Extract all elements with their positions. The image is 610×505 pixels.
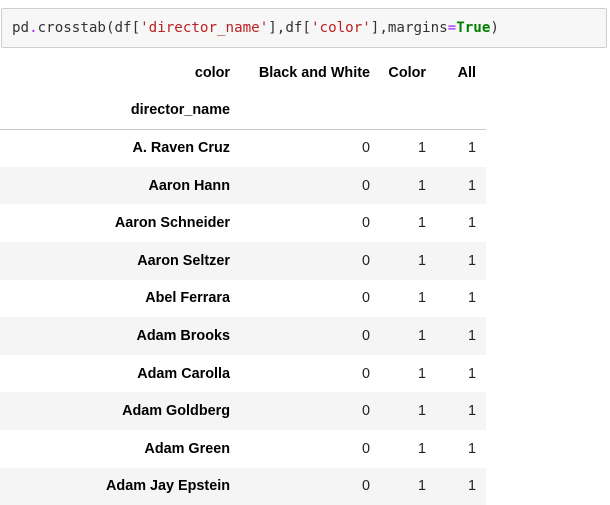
table-cell: 1	[467, 365, 476, 382]
table-cell: 0	[361, 140, 370, 157]
code-token: ],margins	[370, 20, 448, 36]
index-name-row: director_name	[0, 91, 486, 130]
table-cell: 0	[361, 215, 370, 232]
crosstab-output-table: color Black and White Color All director…	[0, 54, 486, 505]
row-index-director: A. Raven Cruz	[132, 140, 230, 157]
table-cell: 1	[417, 365, 426, 382]
table-row: Aaron Hann 0 1 1	[0, 166, 486, 205]
code-token: crosstab(df[	[37, 20, 141, 36]
table-cell: 1	[467, 252, 476, 269]
table-cell: 1	[467, 440, 476, 457]
table-cell: 1	[467, 215, 476, 232]
table-row: Adam Jay Epstein 0 1 1	[0, 467, 486, 505]
table-row: Adam Brooks 0 1 1	[0, 317, 486, 355]
column-header-black-and-white: Black and White	[258, 64, 370, 81]
table-cell: 1	[467, 403, 476, 420]
table-row: Aaron Schneider 0 1 1	[0, 204, 486, 242]
table-cell: 1	[467, 140, 476, 157]
table-row: Adam Green 0 1 1	[0, 430, 486, 468]
row-index-director: Adam Jay Epstein	[106, 478, 230, 495]
table-cell: 1	[417, 478, 426, 495]
code-token: 'director_name'	[140, 20, 269, 36]
code-token: )	[490, 20, 499, 36]
column-header-all: All	[457, 64, 476, 81]
column-header-row: color Black and White Color All	[0, 54, 486, 92]
table-cell: 1	[467, 478, 476, 495]
table-cell: 0	[361, 365, 370, 382]
row-index-director: Aaron Hann	[148, 177, 230, 194]
code-token: ],df[	[268, 20, 311, 36]
code-line: pd.crosstab(df['director_name'],df['colo…	[12, 20, 499, 36]
code-cell-input[interactable]: pd.crosstab(df['director_name'],df['colo…	[1, 8, 607, 48]
code-token: =	[447, 20, 457, 36]
code-token: pd	[12, 20, 30, 36]
table-row: Adam Goldberg 0 1 1	[0, 392, 486, 430]
table-cell: 1	[417, 403, 426, 420]
row-index-director: Adam Green	[144, 440, 230, 457]
table-row: A. Raven Cruz 0 1 1	[0, 129, 486, 167]
table-row: Abel Ferrara 0 1 1	[0, 280, 486, 318]
table-cell: 0	[361, 327, 370, 344]
table-cell: 0	[361, 440, 370, 457]
table-cell: 1	[467, 290, 476, 307]
table-cell: 1	[417, 140, 426, 157]
table-cell: 0	[361, 177, 370, 194]
row-index-director: Adam Goldberg	[122, 403, 230, 420]
table-row: Aaron Seltzer 0 1 1	[0, 241, 486, 280]
table-cell: 1	[417, 290, 426, 307]
code-token: True	[456, 20, 491, 36]
table-body: A. Raven Cruz 0 1 1 Aaron Hann 0 1 1 Aaron Schne…	[0, 129, 486, 505]
table-row: Adam Carolla 0 1 1	[0, 355, 486, 393]
table-cell: 1	[417, 440, 426, 457]
table-cell: 0	[361, 290, 370, 307]
table-cell: 0	[361, 403, 370, 420]
table-cell: 1	[417, 252, 426, 269]
table-cell: 1	[417, 215, 426, 232]
table-cell: 1	[467, 327, 476, 344]
row-index-director: Aaron Seltzer	[137, 252, 230, 269]
table-cell: 1	[417, 177, 426, 194]
table-cell: 0	[361, 252, 370, 269]
table-cell: 0	[361, 478, 370, 495]
row-index-director: Adam Carolla	[137, 365, 230, 382]
row-index-director: Aaron Schneider	[114, 215, 230, 232]
table-cell: 1	[467, 177, 476, 194]
row-index-director: Adam Brooks	[136, 327, 230, 344]
table-cell: 1	[417, 327, 426, 344]
index-name-label: director_name	[0, 91, 238, 130]
column-header-color: Color	[388, 64, 426, 81]
code-token: 'color'	[310, 20, 371, 36]
columns-name-label: color	[194, 64, 230, 81]
row-index-director: Abel Ferrara	[145, 290, 230, 307]
code-token: .	[29, 20, 38, 36]
